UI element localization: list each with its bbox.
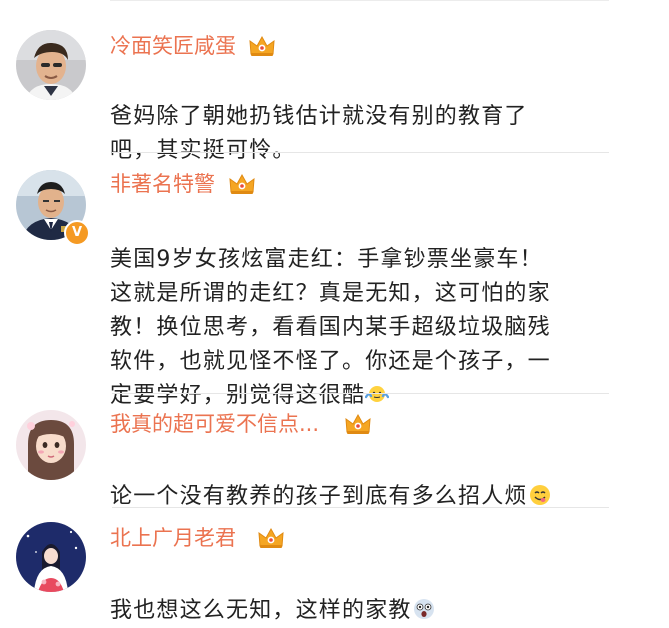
verified-badge: V [64,220,90,246]
avatar[interactable] [16,410,86,480]
shocked-face-emoji-icon [413,599,434,619]
username[interactable]: 冷面笑匠咸蛋 [110,32,236,60]
comment-text: 我也想这么无知，这样的家教 [110,560,620,628]
comment-item-2: V 非著名特警 美国9岁女孩炫富走红：手拿钞票坐豪车！ 这就是所谓的走红？真是无… [0,153,669,408]
comment-item-4: 北上广月老君 我也想这么无知，这样的家教 [0,508,669,623]
crown-icon [258,527,284,548]
girl-portrait-avatar-icon [16,410,86,480]
username[interactable]: 北上广月老君 [110,524,236,552]
comment-text-content: 我也想这么无知，这样的家教 [110,598,412,623]
username[interactable]: 非著名特警 [110,170,215,198]
illustrated-girl-avatar-icon [16,522,86,592]
comment-text: 美国9岁女孩炫富走红：手拿钞票坐豪车！ 这就是所谓的走红？真是无知，这可怕的家 … [110,209,620,413]
avatar[interactable] [16,30,86,100]
crown-icon [249,35,275,56]
comment-text: 论一个没有教养的孩子到底有多么招人烦 [110,446,640,514]
comment-item-3: 我真的超可爱不信点... 论一个没有教养的孩子到底有多么招人烦 [0,394,669,509]
username[interactable]: 我真的超可爱不信点... [110,410,319,438]
crown-icon [345,413,371,434]
comment-text-content: 美国9岁女孩炫富走红：手拿钞票坐豪车！ 这就是所谓的走红？真是无知，这可怕的家 … [110,247,551,408]
crown-icon [229,173,255,194]
man-portrait-avatar-icon [16,30,86,100]
avatar[interactable] [16,522,86,592]
comment-text-content: 论一个没有教养的孩子到底有多么招人烦 [110,484,528,509]
yummy-face-emoji-icon [529,485,550,505]
comment-item-1: 冷面笑匠咸蛋 爸妈除了朝她扔钱估计就没有别的教育了 吧，其实挺可怜。 [0,0,669,163]
